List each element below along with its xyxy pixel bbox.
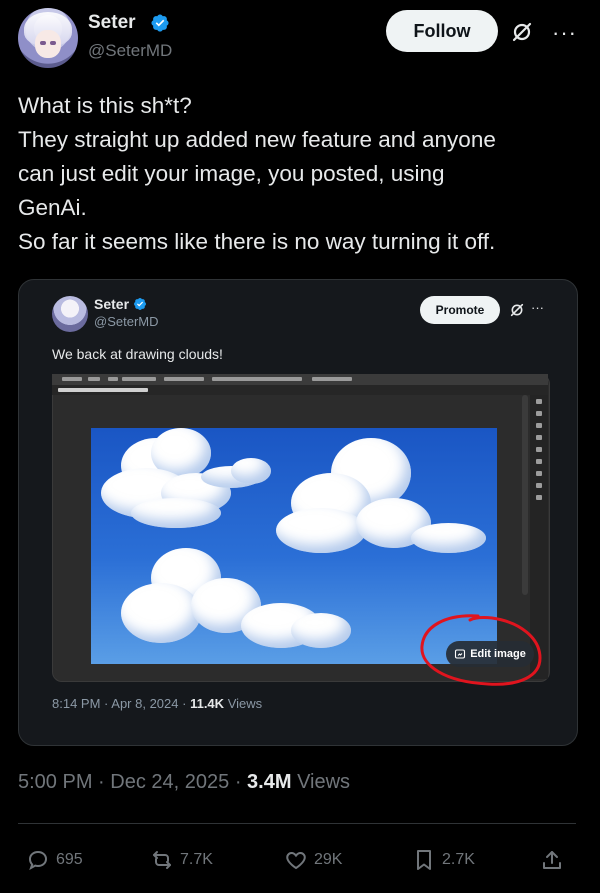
- author-handle[interactable]: @SeterMD: [88, 41, 172, 61]
- bookmark-button[interactable]: 2.7K: [412, 846, 475, 874]
- quoted-views-label: Views: [227, 696, 263, 711]
- share-icon: [543, 851, 561, 869]
- quoted-author-avatar[interactable]: [52, 296, 88, 332]
- author-avatar[interactable]: [18, 8, 78, 68]
- promote-button[interactable]: Promote: [420, 296, 500, 324]
- grok-icon[interactable]: [510, 20, 534, 44]
- quoted-author-handle[interactable]: @SeterMD: [94, 314, 159, 329]
- quoted-date[interactable]: Apr 8, 2024: [111, 696, 178, 711]
- like-button[interactable]: 29K: [284, 846, 342, 874]
- more-options-icon[interactable]: ···: [552, 20, 577, 46]
- bookmark-icon: [417, 850, 431, 870]
- tweet-views-count: 3.4M: [247, 771, 292, 793]
- verified-badge-icon: [151, 14, 169, 32]
- tweet-line: So far it seems like there is no way tur…: [18, 229, 496, 254]
- bookmark-count: 2.7K: [442, 851, 475, 868]
- reply-count: 695: [56, 851, 83, 868]
- quoted-tweet-meta: 8:14 PM · Apr 8, 2024 · 11.4K Views: [52, 696, 263, 711]
- editor-tabbar: [52, 385, 548, 395]
- quoted-time[interactable]: 8:14 PM: [52, 696, 100, 711]
- tweet-line: can just edit your image, you posted, us…: [18, 161, 445, 186]
- tweet-line: What is this sh*t?: [18, 93, 192, 118]
- repost-count: 7.7K: [180, 851, 213, 868]
- divider: [18, 823, 576, 824]
- editor-menubar: [52, 374, 548, 385]
- tweet-line: GenAi.: [18, 195, 87, 220]
- tweet-date[interactable]: Dec 24, 2025: [110, 771, 229, 793]
- tweet-views-label: Views: [297, 771, 351, 793]
- quoted-tweet-text: We back at drawing clouds!: [52, 346, 223, 362]
- red-annotation-circle: [420, 614, 542, 686]
- share-button[interactable]: [540, 846, 564, 874]
- tweet-timestamp: 5:00 PM · Dec 24, 2025 · 3.4M Views: [18, 771, 351, 793]
- repost-button[interactable]: 7.7K: [150, 846, 213, 874]
- quoted-author-name[interactable]: Seter: [94, 296, 129, 312]
- author-name[interactable]: Seter: [88, 12, 136, 34]
- quoted-views-count: 11.4K: [190, 696, 225, 711]
- tweet-time[interactable]: 5:00 PM: [18, 771, 92, 793]
- reply-icon: [28, 850, 48, 871]
- follow-button[interactable]: Follow: [386, 10, 498, 52]
- tweet-text: What is this sh*t? They straight up adde…: [18, 89, 588, 259]
- heart-icon: [286, 851, 306, 870]
- like-count: 29K: [314, 851, 343, 868]
- tweet-line: They straight up added new feature and a…: [18, 127, 496, 152]
- verified-badge-icon: [134, 298, 146, 310]
- reply-button[interactable]: 695: [26, 846, 83, 874]
- repost-icon: [153, 851, 171, 869]
- more-options-icon[interactable]: ···: [531, 300, 544, 315]
- editor-scrollbar: [522, 395, 528, 595]
- grok-icon[interactable]: [509, 302, 525, 318]
